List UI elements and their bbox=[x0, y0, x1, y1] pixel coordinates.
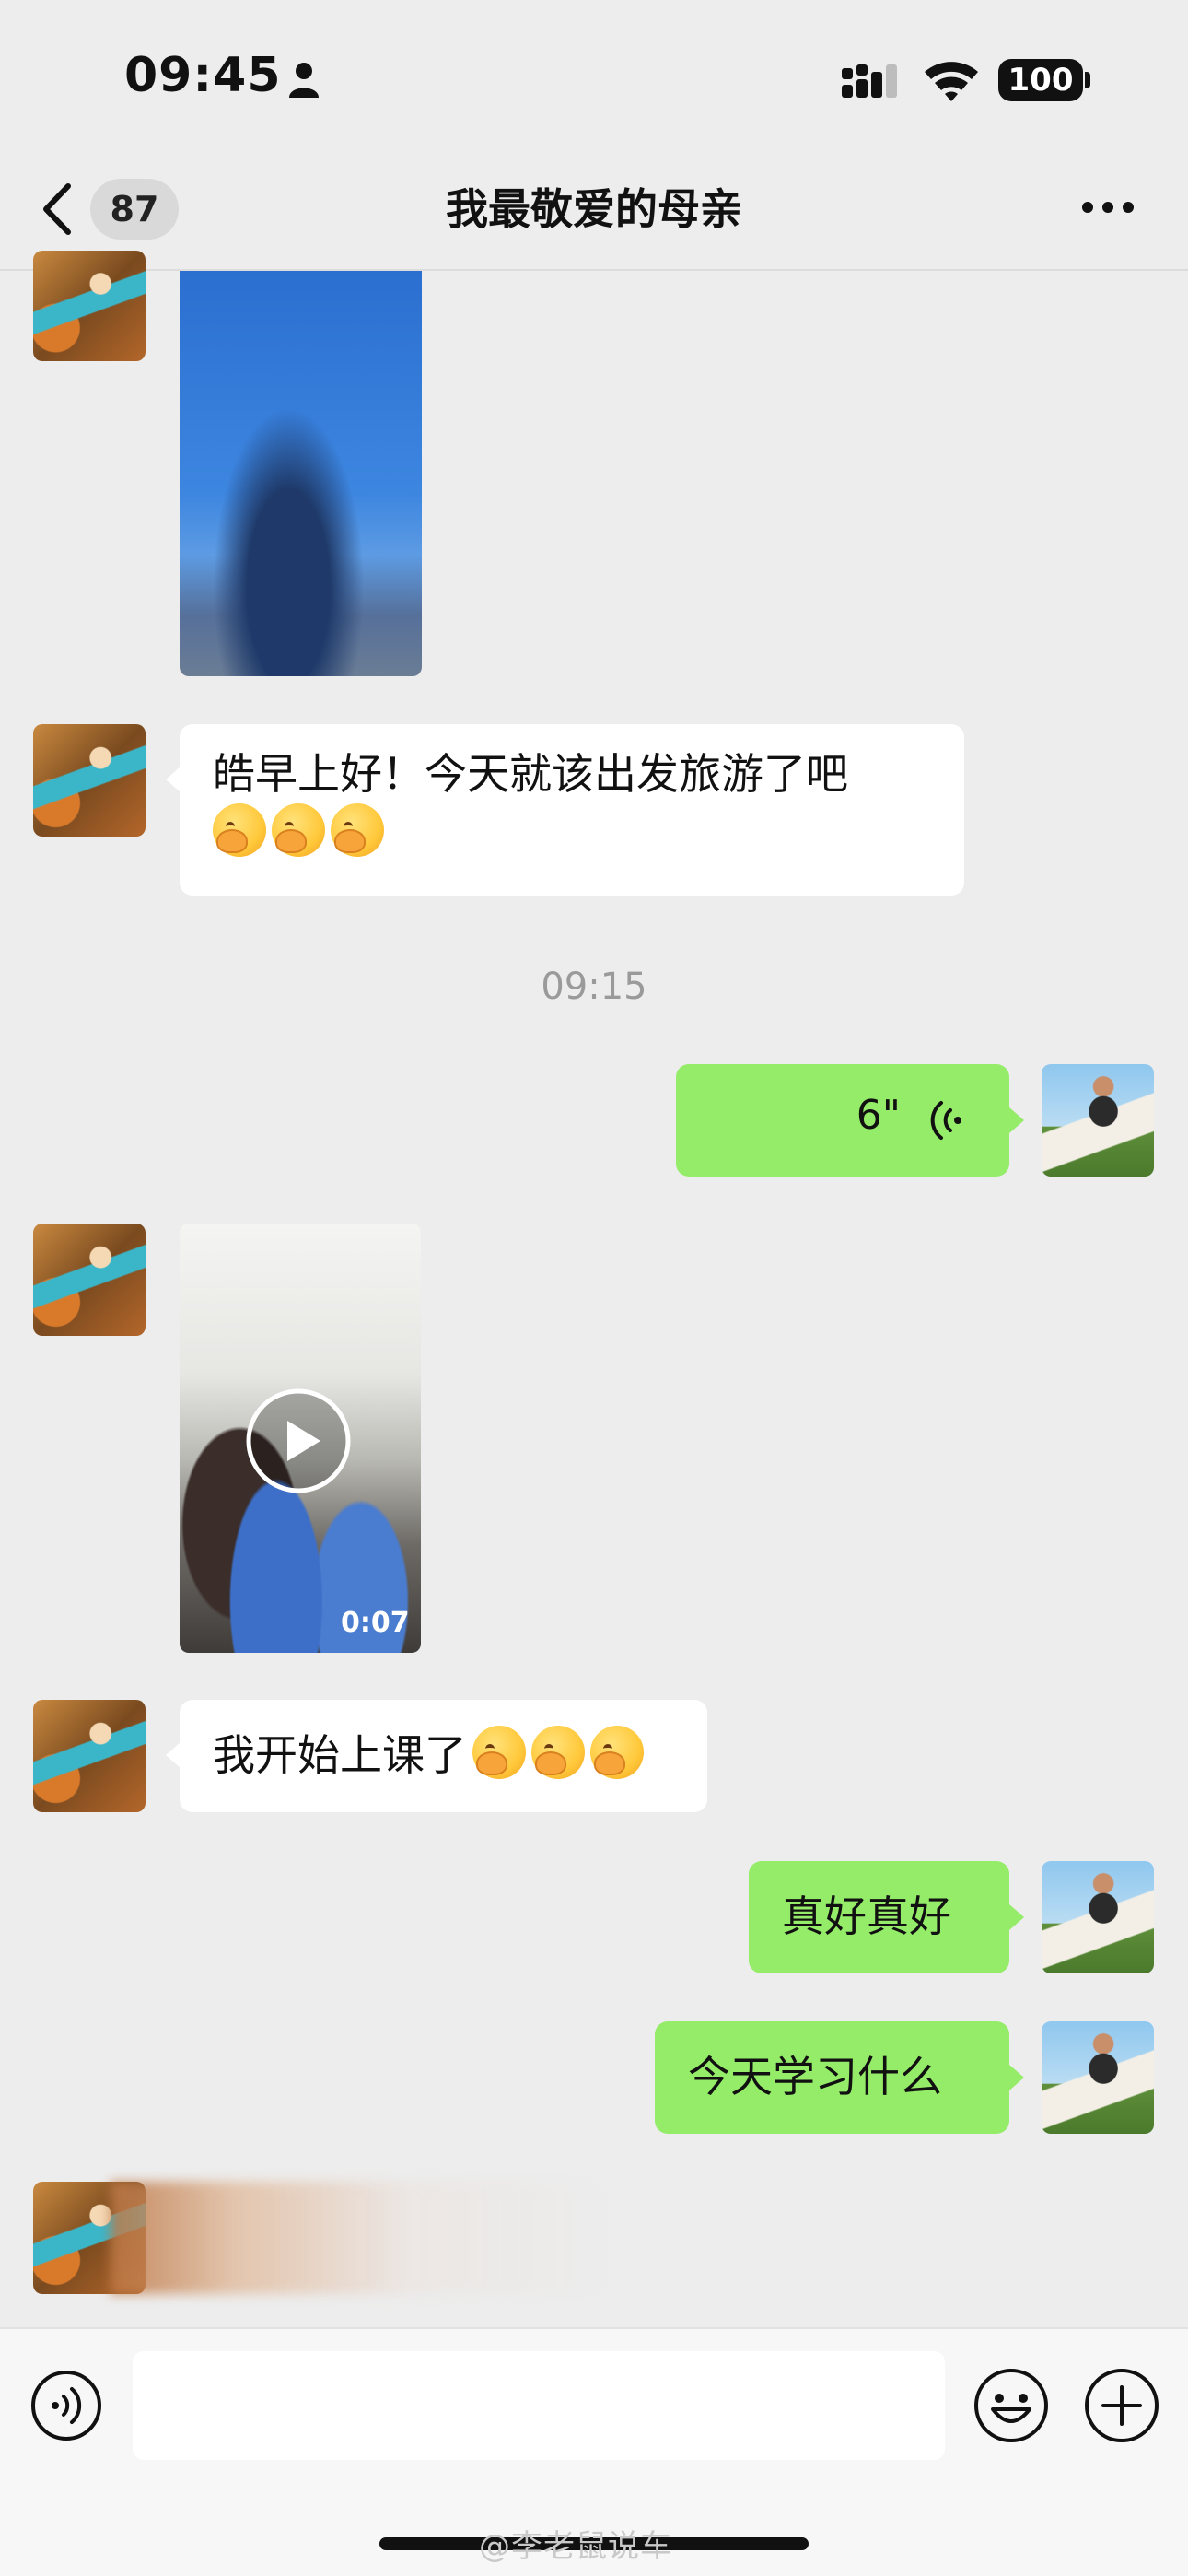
bubble-tail bbox=[1009, 1107, 1024, 1133]
person-icon bbox=[289, 63, 319, 98]
text-message[interactable]: 皓早上好！今天就该出发旅游了吧 bbox=[180, 724, 964, 896]
battery-indicator: 100 bbox=[998, 59, 1083, 101]
battery-tip bbox=[1085, 72, 1090, 88]
thinking-face-emoji bbox=[590, 1726, 644, 1779]
video-duration: 0:07 bbox=[341, 1607, 410, 1639]
nav-divider bbox=[0, 269, 1188, 271]
message-text: 今天学习什么 bbox=[688, 2052, 942, 2102]
bubble-tail bbox=[1009, 2065, 1024, 2090]
avatar[interactable] bbox=[1042, 2021, 1154, 2134]
hot-face-emoji bbox=[272, 803, 325, 857]
thinking-face-emoji bbox=[531, 1726, 585, 1779]
watermark: @李老鼠说车 bbox=[479, 2528, 672, 2565]
avatar[interactable] bbox=[33, 251, 146, 361]
image-message[interactable] bbox=[180, 271, 422, 676]
wifi-icon bbox=[925, 62, 978, 101]
hot-face-emoji bbox=[213, 803, 266, 857]
voice-input-icon[interactable] bbox=[29, 2369, 103, 2442]
more-options-icon[interactable] bbox=[1079, 193, 1136, 221]
bubble-tail bbox=[1009, 1904, 1024, 1930]
bubble-tail bbox=[166, 767, 181, 792]
text-message[interactable]: 我开始上课了 bbox=[180, 1700, 707, 1812]
back-chevron-icon[interactable] bbox=[39, 181, 76, 238]
voice-duration: 6" bbox=[856, 1092, 901, 1139]
text-message[interactable]: 今天学习什么 bbox=[655, 2021, 1009, 2134]
text-message[interactable]: 真好真好 bbox=[749, 1861, 1009, 1973]
bubble-tail bbox=[166, 1742, 181, 1768]
emoji-icon[interactable] bbox=[973, 2367, 1050, 2444]
voice-message[interactable]: 6" bbox=[676, 1064, 1009, 1177]
message-input[interactable] bbox=[133, 2351, 945, 2460]
plus-icon[interactable] bbox=[1083, 2367, 1160, 2444]
unread-count-badge[interactable]: 87 bbox=[90, 179, 179, 240]
message-text: 真好真好 bbox=[782, 1891, 951, 1941]
avatar[interactable] bbox=[1042, 1064, 1154, 1177]
message-text: 我开始上课了 bbox=[213, 1730, 467, 1780]
avatar[interactable] bbox=[33, 724, 146, 837]
avatar[interactable] bbox=[33, 1700, 146, 1812]
avatar[interactable] bbox=[1042, 1861, 1154, 1973]
play-icon[interactable] bbox=[245, 1388, 352, 1494]
chat-title: 我最敬爱的母亲 bbox=[446, 184, 742, 234]
thinking-face-emoji bbox=[472, 1726, 526, 1779]
blurred-message bbox=[111, 2182, 608, 2294]
cellular-signal-icon bbox=[842, 64, 897, 98]
message-text: 皓早上好！今天就该出发旅游了吧 bbox=[213, 749, 848, 799]
voice-wave-icon bbox=[930, 1101, 961, 1140]
message-timestamp: 09:15 bbox=[541, 966, 647, 1008]
hot-face-emoji bbox=[331, 803, 384, 857]
status-time: 09:45 bbox=[124, 48, 282, 103]
avatar[interactable] bbox=[33, 1224, 146, 1336]
